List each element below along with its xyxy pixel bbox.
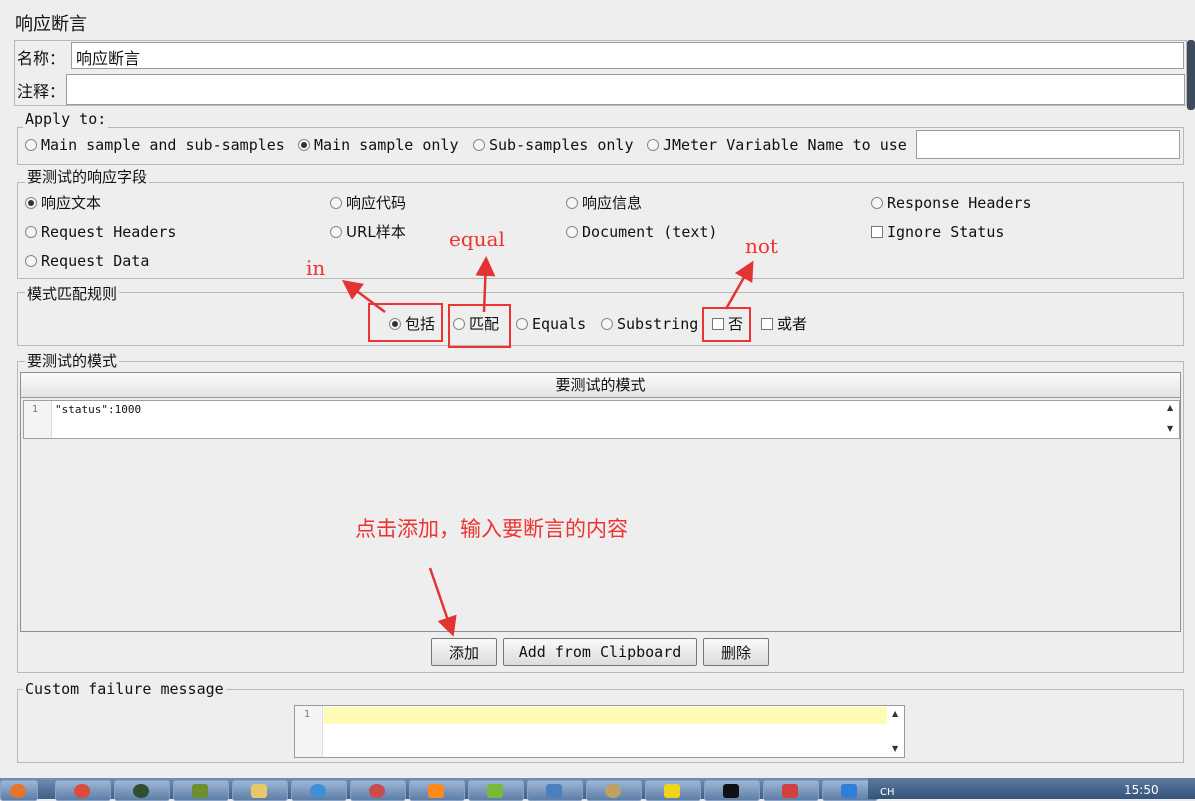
taskbar-app-icon[interactable] xyxy=(763,780,819,801)
taskbar-app-icon[interactable] xyxy=(291,780,347,801)
taskbar-folder-icon[interactable] xyxy=(232,780,288,801)
taskbar-firefox-icon[interactable] xyxy=(0,780,38,801)
taskbar-app-icon[interactable] xyxy=(645,780,701,801)
arrow-in xyxy=(341,280,386,314)
clock[interactable]: 15:50 xyxy=(1124,783,1159,797)
taskbar-cmd-icon[interactable] xyxy=(704,780,760,801)
taskbar-app-icon[interactable] xyxy=(350,780,406,801)
taskbar-sublime-icon[interactable] xyxy=(409,780,465,801)
taskbar-app-icon[interactable] xyxy=(527,780,583,801)
taskbar-android-icon[interactable] xyxy=(114,780,170,801)
taskbar-chrome-icon[interactable] xyxy=(55,780,111,801)
input-language[interactable]: CH xyxy=(880,787,895,798)
annotation-arrows xyxy=(341,256,754,637)
taskbar-paint-icon[interactable] xyxy=(586,780,642,801)
arrow-equal xyxy=(475,256,496,313)
arrow-not xyxy=(724,260,754,310)
taskbar-jmeter-icon[interactable] xyxy=(173,780,229,801)
taskbar-app-icon[interactable] xyxy=(468,780,524,801)
arrow-add xyxy=(428,567,457,637)
